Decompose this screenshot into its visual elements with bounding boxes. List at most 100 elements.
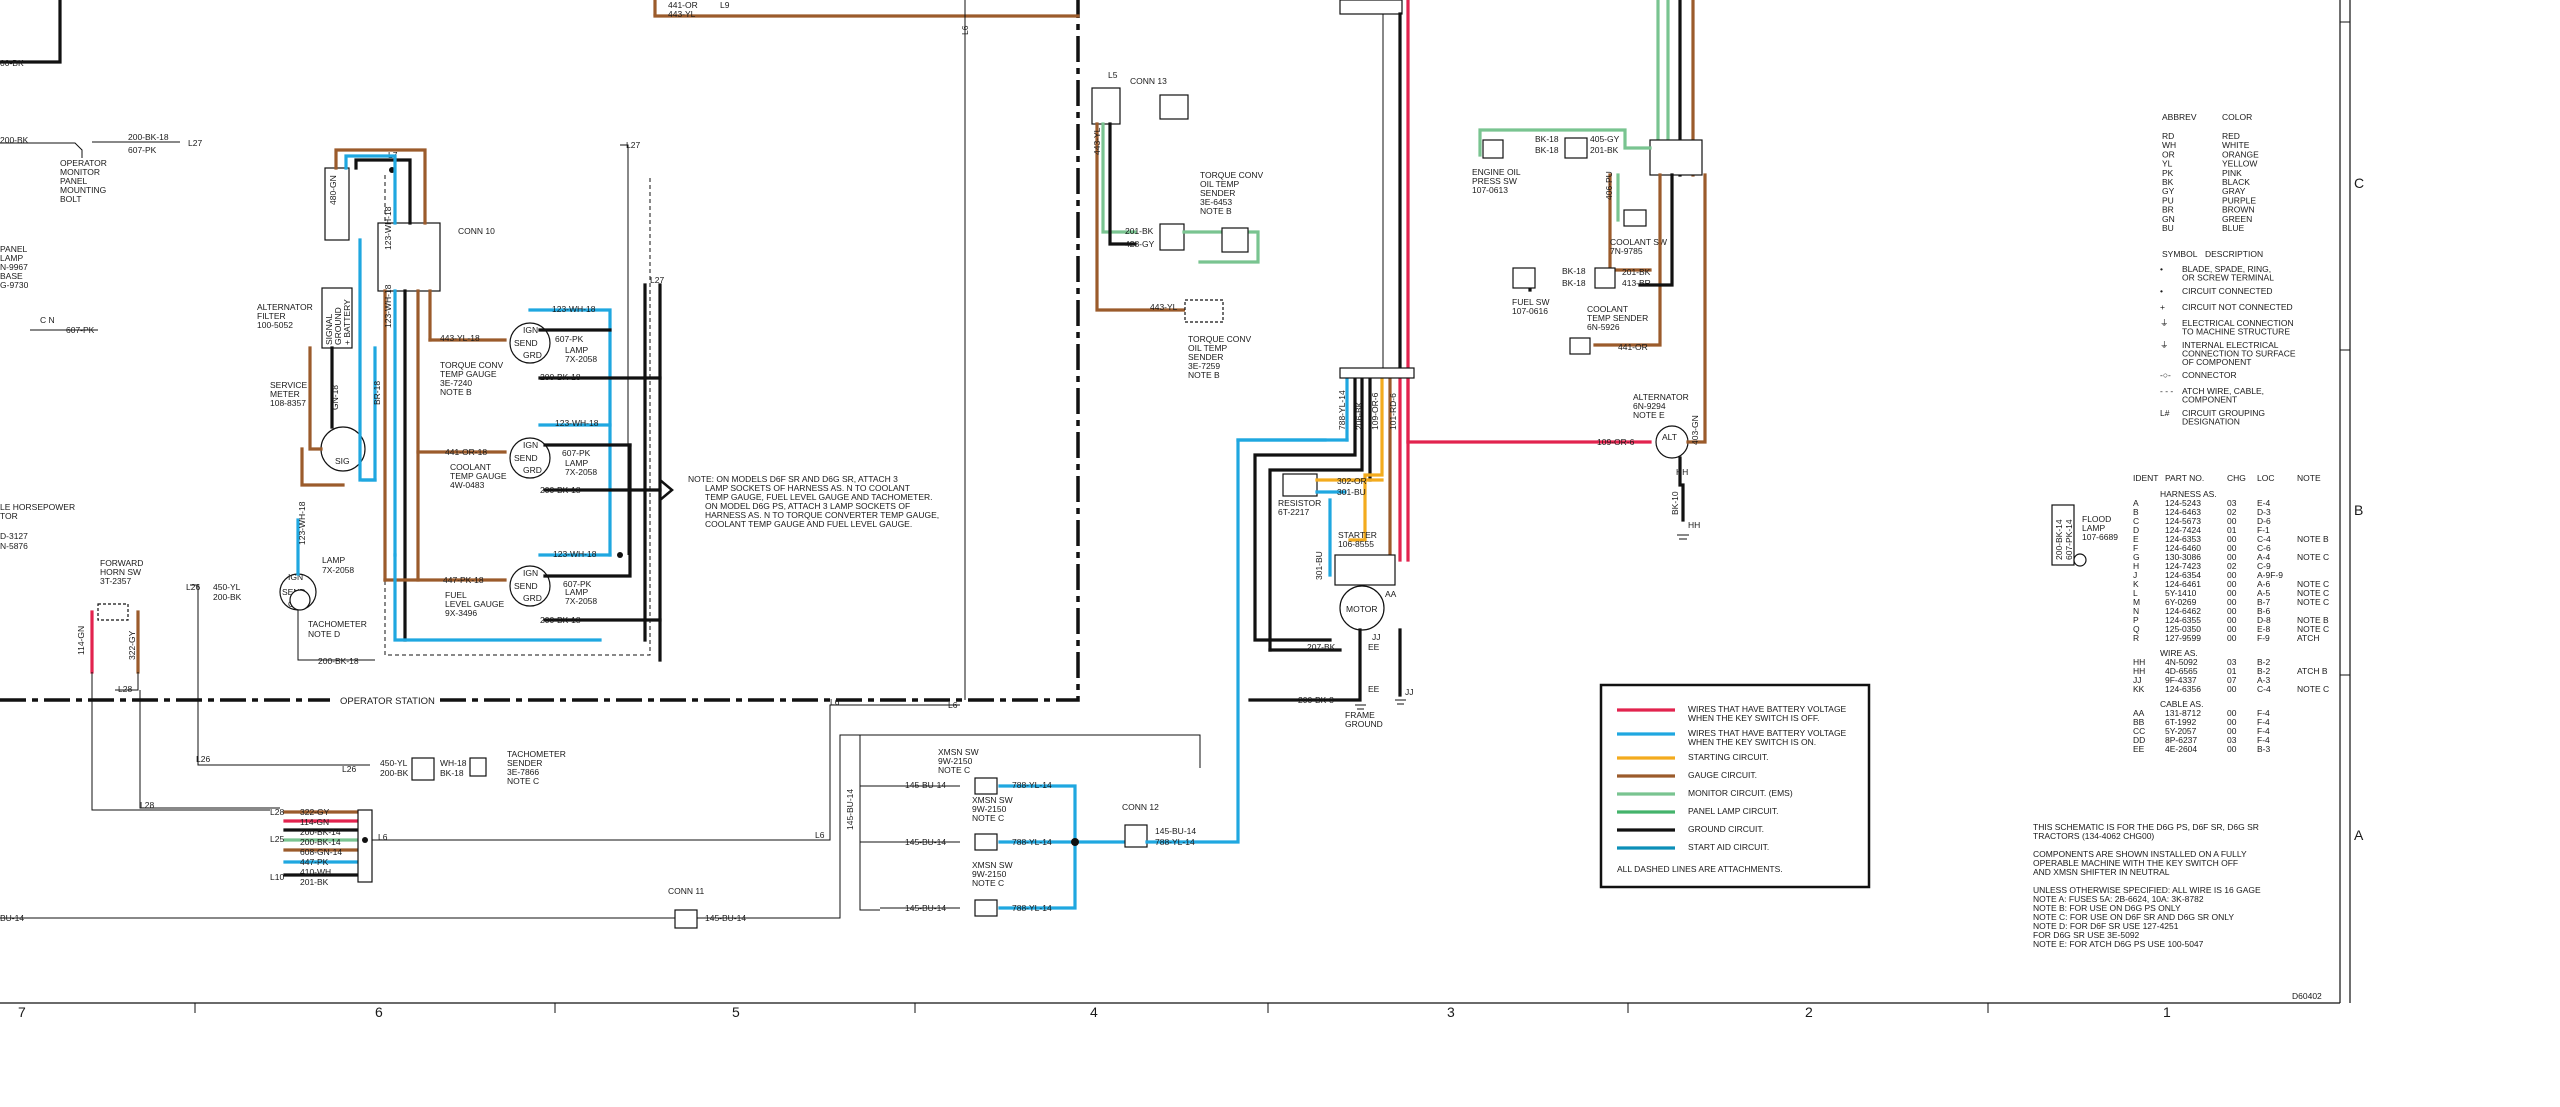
conn13: L5 CONN 13 443-YL 201-BK 428-GY 443-YL T… (1091, 70, 1263, 380)
pin: SEND (514, 453, 538, 463)
wire-label: 200-BK-18 (540, 485, 581, 495)
conn13-label: CONN 13 (1130, 76, 1167, 86)
col-note: NOTE (2297, 473, 2321, 483)
circuit-group-label: L26 (342, 764, 356, 774)
wire-label: 200-BK-18 (318, 656, 359, 666)
connector-pin: C N (40, 315, 55, 325)
wire-label: 428-GY (1125, 239, 1155, 249)
harness-note: NOTE B (2297, 534, 2329, 544)
wire-label: 607-PK (562, 448, 591, 458)
wire-label: 145-BU-14 (905, 780, 946, 790)
wire-label: 443-YL-18 (440, 333, 480, 343)
harness-note: NOTE C (2297, 597, 2329, 607)
note-box: NOTE: ON MODELS D6F SR AND D6G SR, ATTAC… (688, 474, 939, 529)
wire-label: 443-YL (1092, 127, 1102, 155)
abbrev-code: BU (2162, 223, 2174, 233)
harness-ident: EE (2133, 744, 2145, 754)
wire-label: BR-18 (372, 381, 382, 405)
conn13-symbol (1159, 94, 1189, 120)
circuit-group-label: L6 (815, 830, 825, 840)
cts-symbol (1569, 337, 1591, 355)
grid-col-5: 5 (732, 1004, 740, 1020)
harness-partno: 4E-2604 (2165, 744, 2197, 754)
symbol-mark: -○- (2160, 370, 2171, 380)
wiring-schematic: 7 6 5 4 3 2 1 C B A OPERATOR STATION 00-… (0, 0, 2364, 1020)
abbrev-color: BLUE (2222, 223, 2245, 233)
wire-label: 443-YL (1150, 302, 1178, 312)
wire-label: WH-18 (440, 758, 467, 768)
wire-label: 607-PK (555, 334, 584, 344)
motor-label: MOTOR (1346, 604, 1377, 614)
legend-text: PANEL LAMP CIRCUIT. (1688, 806, 1779, 816)
lamp-c-label-2: 7X-2058 (565, 596, 597, 606)
junction (1071, 838, 1079, 846)
grid-col-1: 1 (2163, 1004, 2171, 1020)
pin: GRD (523, 593, 542, 603)
wire-label: 206-BK (1354, 401, 1364, 430)
ground-icon (1355, 704, 1366, 710)
wire-label: 200-BK (380, 768, 409, 778)
circuit-group-label: L26 (196, 754, 210, 764)
harness-connector (357, 809, 373, 883)
panel-lamp-line5: G-9730 (0, 280, 29, 290)
wire-label: 301-BU (1314, 551, 1324, 580)
note-line-6: COOLANT TEMP GAUGE AND FUEL LEVEL GAUGE. (705, 519, 912, 529)
harness-loc: B-3 (2257, 744, 2271, 754)
wire-label: 109-OR-6 (1597, 437, 1635, 447)
grid-col-6: 6 (375, 1004, 383, 1020)
alt-filter-label-3: 100-5052 (257, 320, 293, 330)
wire-label: 201-BK (1622, 267, 1651, 277)
schematic-note-line: NOTE E: FOR ATCH D6G PS USE 100-5047 (2033, 939, 2204, 949)
starter-solenoid (1334, 554, 1396, 586)
tc-sender-connector (1159, 223, 1185, 251)
wire-label: 322-GY (300, 807, 330, 817)
wire-label: 201-BK (1125, 226, 1154, 236)
wire-label: 123-WH-18 (555, 418, 599, 428)
terminal-label: HH (1676, 467, 1688, 477)
tach-label-2: NOTE D (308, 629, 340, 639)
wire-label: 123-WH-18 (383, 206, 393, 250)
symbol-description: OF COMPONENT (2182, 357, 2251, 367)
circuit-group-label: L25 (270, 834, 284, 844)
flood-label-3: 107-6689 (2082, 532, 2118, 542)
grid-row-b: B (2354, 502, 2363, 518)
terminal-label: EE (1368, 642, 1380, 652)
wire-label: BK-18 (1535, 134, 1559, 144)
wire-label: 322-GY (127, 630, 137, 660)
wire-label: 201-BK (1590, 145, 1619, 155)
symbol-table: SYMBOL DESCRIPTION • BLADE, SPADE, RING,O… (2160, 249, 2296, 427)
wire-label: GN-18 (330, 385, 340, 410)
fuel-sw-connector (1594, 267, 1616, 289)
pin: IGN (288, 572, 303, 582)
wire-label: 200-BK-18 (540, 372, 581, 382)
frame-ground-2: GROUND (1345, 719, 1383, 729)
junction (617, 552, 623, 558)
grid-col-3: 3 (1447, 1004, 1455, 1020)
terminal-label: JJ (1372, 632, 1381, 642)
legend-text: WHEN THE KEY SWITCH IS OFF. (1688, 713, 1819, 723)
legend-text: GAUGE CIRCUIT. (1688, 770, 1757, 780)
horn-switch-symbol (97, 603, 129, 621)
hp-line3: D-3127 (0, 531, 28, 541)
harness-partno: 127-9599 (2165, 633, 2201, 643)
legend-text: START AID CIRCUIT. (1688, 842, 1769, 852)
wire-label: 200-BK-14 (300, 827, 341, 837)
wire-label: 00-BK (0, 58, 24, 68)
grid-row-labels: C B A (2354, 175, 2364, 843)
tc1-label-5: NOTE B (1200, 206, 1232, 216)
schematic-notes: THIS SCHEMATIC IS FOR THE D6G PS, D6F SR… (2033, 822, 2261, 949)
legend-footer: ALL DASHED LINES ARE ATTACHMENTS. (1617, 864, 1783, 874)
wire-label: 114-GN (76, 626, 86, 655)
legend-text: MONITOR CIRCUIT. (EMS) (1688, 788, 1793, 798)
wire-label: 301-BU (1337, 487, 1366, 497)
wire-label: 123-WH-18 (552, 304, 596, 314)
top-wires: 441-OR 443-YL L9 L6 (653, 0, 1080, 700)
conn11-symbol (674, 909, 698, 929)
hp-line4: N-5876 (0, 541, 28, 551)
torque-conv-temp-gauge: TORQUE CONV TEMP GAUGE 3E-7240 NOTE B IG… (428, 304, 662, 557)
flood-lamp: 200-BK-14 607-PK-14 FLOOD LAMP 107-6689 (2051, 504, 2118, 567)
conn12-label: CONN 12 (1122, 802, 1159, 812)
circuit-group-label: L27 (188, 138, 202, 148)
left-partial-area: 00-BK 200-BK 200-BK-18 607-PK L27 OPERAT… (0, 0, 202, 551)
conn11-label: CONN 11 (668, 886, 704, 896)
